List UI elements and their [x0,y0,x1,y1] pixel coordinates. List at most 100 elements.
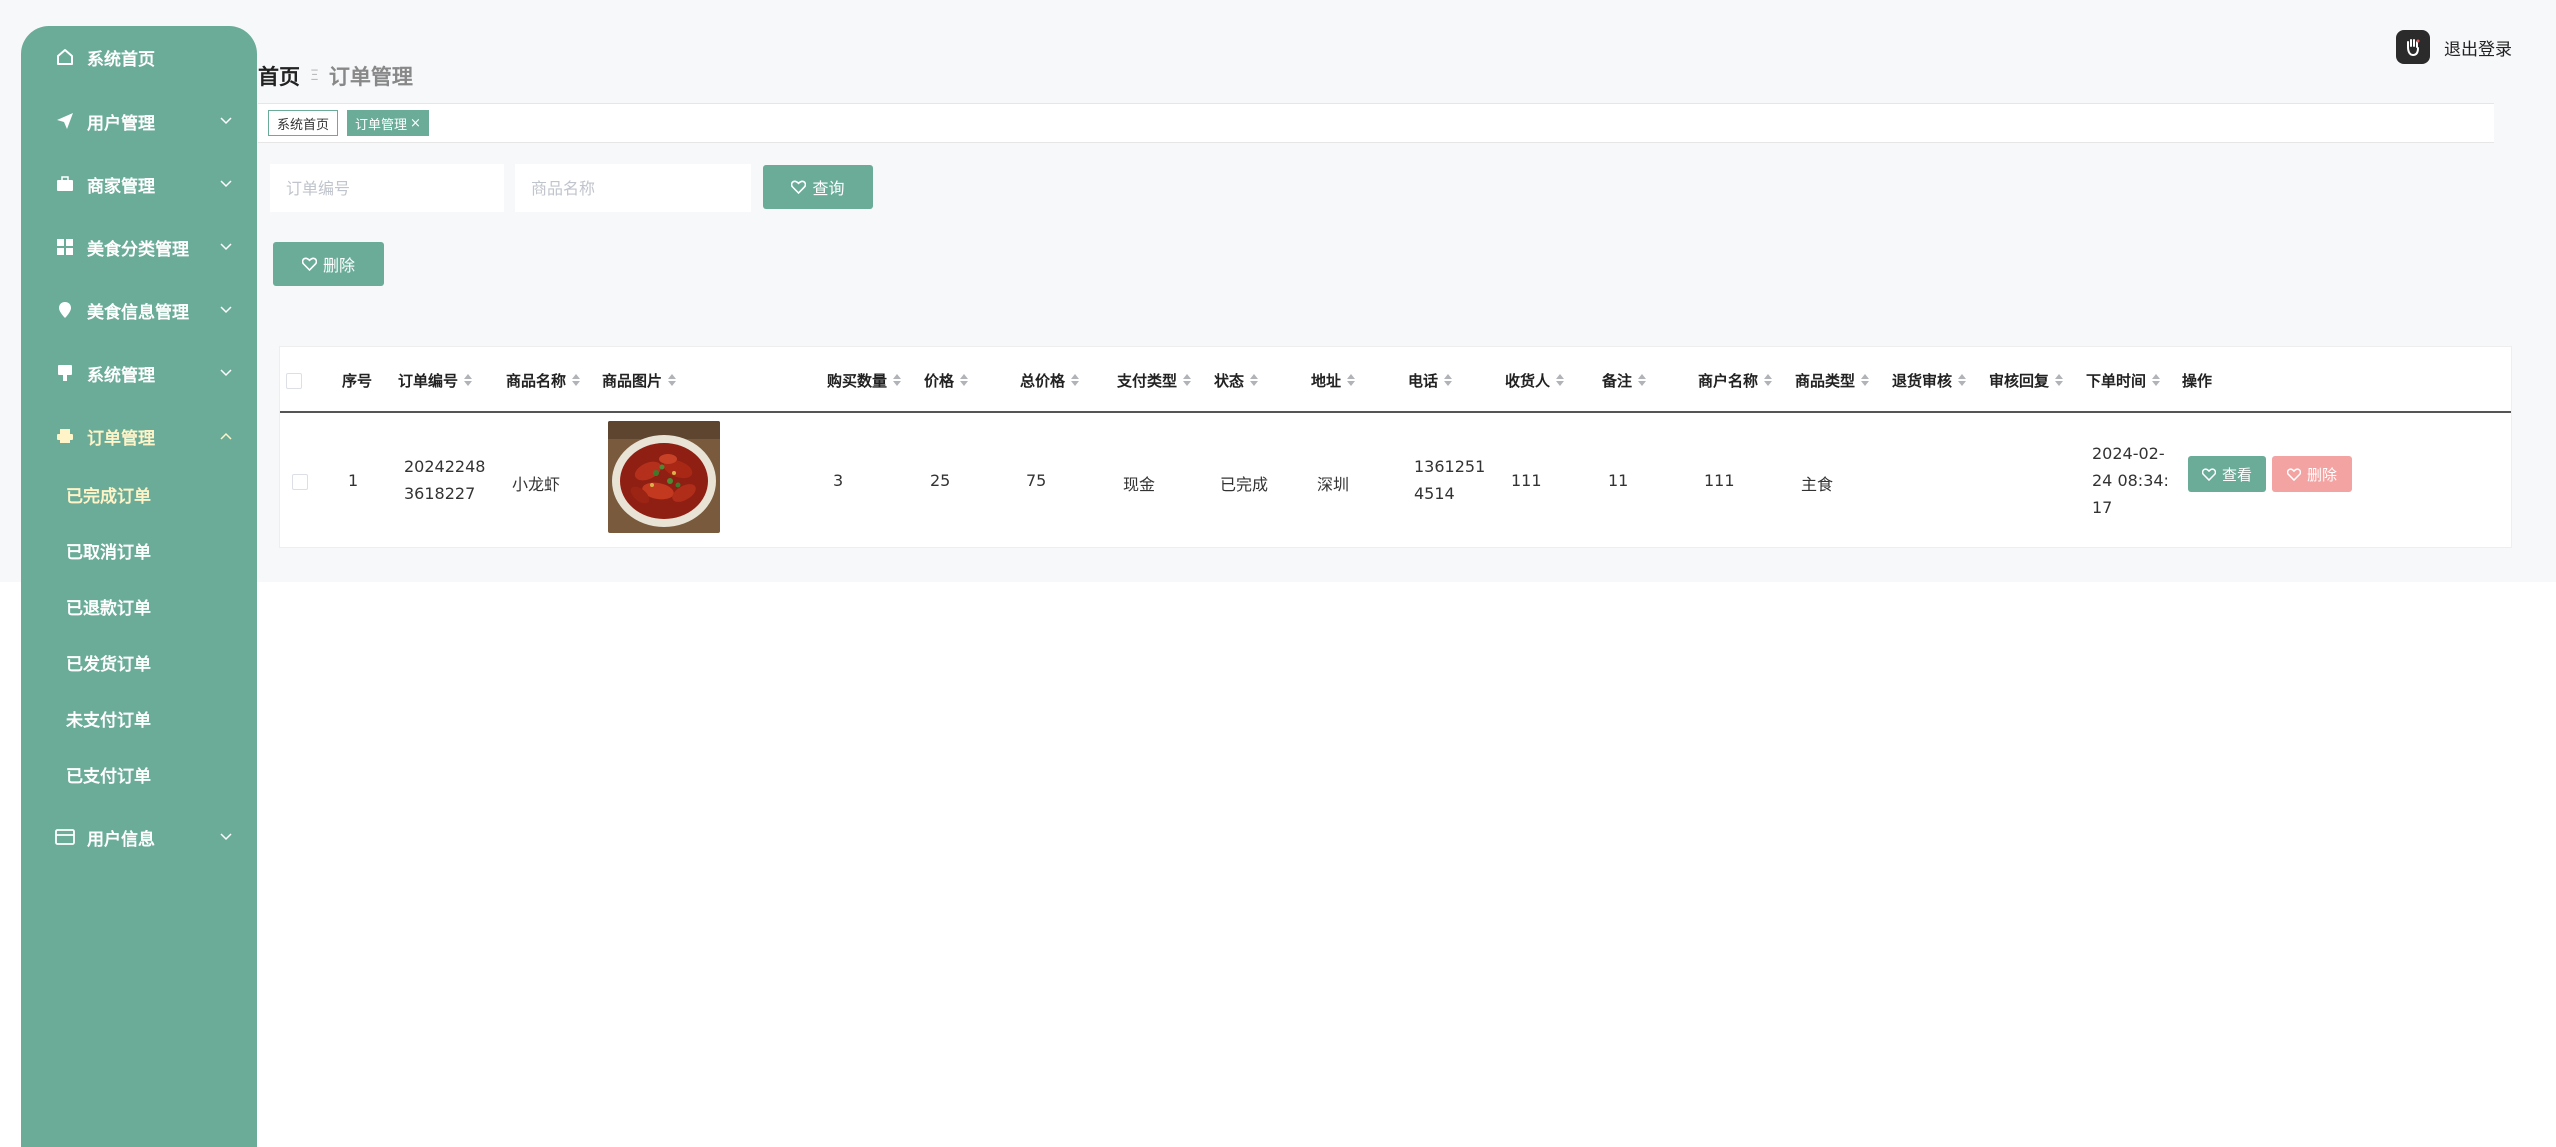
select-all-checkbox[interactable] [286,373,302,389]
view-button[interactable]: 查看 [2188,456,2266,492]
sidebar-subitem-completed-orders[interactable]: 已完成订单 [66,476,151,512]
col-actions: 操作 [2182,371,2213,390]
sidebar-item-user-info[interactable]: 用户信息 [21,817,257,857]
col-price[interactable]: 价格 [924,347,969,413]
col-quantity[interactable]: 购买数量 [827,347,902,413]
location-pin-icon [55,300,75,320]
tab-home[interactable]: 系统首页 [268,110,339,136]
sort-icon[interactable] [1347,373,1356,387]
sidebar-item-label: 系统首页 [87,49,155,70]
breadcrumb: 首页 Ξ 订单管理 [258,62,413,90]
heart-icon [2201,467,2216,481]
cell-payment-type: 现金 [1123,475,1156,494]
cell-merchant-name: 111 [1704,471,1735,490]
printer-icon [55,426,75,446]
sort-icon[interactable] [464,373,473,387]
crayfish-image [608,421,720,533]
sort-icon[interactable] [1444,373,1453,387]
logout-label: 退出登录 [2444,39,2512,60]
cell-quantity: 3 [833,471,844,490]
row-delete-button[interactable]: 删除 [2272,456,2352,492]
order-no-input[interactable] [270,164,504,212]
col-order-time[interactable]: 下单时间 [2086,347,2161,413]
sidebar-subitem-unpaid-orders[interactable]: 未支付订单 [66,700,151,736]
col-merchant-name[interactable]: 商户名称 [1698,347,1773,413]
col-remark[interactable]: 备注 [1602,347,1647,413]
col-product-name[interactable]: 商品名称 [506,347,581,413]
sort-icon[interactable] [2152,373,2161,387]
grid-icon [55,237,75,257]
cell-product-type: 主食 [1801,475,1834,494]
sidebar-item-merchants[interactable]: 商家管理 [21,164,257,204]
tab-order-management[interactable]: 订单管理 × [347,110,429,136]
chevron-down-icon [219,177,233,191]
sidebar-item-food-info[interactable]: 美食信息管理 [21,290,257,330]
col-return-review[interactable]: 退货审核 [1892,347,1967,413]
sidebar-item-label: 用户信息 [87,829,155,850]
row-delete-label: 删除 [2306,465,2337,484]
cell-remark: 11 [1608,471,1629,490]
col-order-no[interactable]: 订单编号 [398,347,473,413]
sidebar-item-label: 美食分类管理 [87,239,189,260]
sidebar-subitem-shipped-orders[interactable]: 已发货订单 [66,644,151,680]
sort-icon[interactable] [1183,373,1192,387]
sidebar-item-users[interactable]: 用户管理 [21,101,257,141]
close-icon[interactable]: × [410,116,421,131]
sort-icon[interactable] [1861,373,1870,387]
chevron-down-icon [219,830,233,844]
heart-icon [301,257,317,271]
query-button[interactable]: 查询 [763,165,873,209]
logout-button[interactable]: 退出登录 [2396,30,2512,64]
table-header: 序号 订单编号 商品名称 商品图片 购买数量 价格 总价格 支付类型 状态 地址… [280,347,2511,413]
col-payment-type[interactable]: 支付类型 [1117,347,1192,413]
cell-address: 深圳 [1317,475,1350,494]
sidebar-item-label: 商家管理 [87,176,155,197]
chevron-down-icon [219,114,233,128]
col-product-image[interactable]: 商品图片 [602,347,677,413]
breadcrumb-separator: Ξ [310,68,319,84]
sort-icon[interactable] [893,373,902,387]
sort-icon[interactable] [2055,373,2064,387]
cell-order-no: 202422483618227 [404,457,486,503]
col-address[interactable]: 地址 [1311,347,1356,413]
cell-index: 1 [348,471,359,490]
batch-delete-button[interactable]: 删除 [273,242,384,286]
sidebar-item-system[interactable]: 系统管理 [21,353,257,393]
sort-icon[interactable] [1250,373,1259,387]
col-receiver[interactable]: 收货人 [1505,347,1565,413]
sort-icon[interactable] [668,373,677,387]
col-review-reply[interactable]: 审核回复 [1989,347,2064,413]
chevron-down-icon [219,240,233,254]
cell-product-name: 小龙虾 [512,475,561,494]
sort-icon[interactable] [1071,373,1080,387]
col-total[interactable]: 总价格 [1020,347,1080,413]
col-index: 序号 [342,371,373,390]
chevron-down-icon [219,303,233,317]
sort-icon[interactable] [572,373,581,387]
home-icon [55,47,75,67]
col-status[interactable]: 状态 [1214,347,1259,413]
sidebar-item-orders[interactable]: 订单管理 [21,416,257,456]
screen-icon [55,363,75,383]
product-name-input[interactable] [515,164,751,212]
sort-icon[interactable] [1958,373,1967,387]
chevron-down-icon [219,366,233,380]
sidebar-item-label: 系统管理 [87,365,155,386]
sidebar-item-label: 用户管理 [87,113,155,134]
query-label: 查询 [812,179,845,198]
breadcrumb-home[interactable]: 首页 [258,61,300,91]
sort-icon[interactable] [1764,373,1773,387]
sort-icon[interactable] [960,373,969,387]
sort-icon[interactable] [1556,373,1565,387]
sidebar-item-home[interactable]: 系统首页 [21,37,257,77]
col-product-type[interactable]: 商品类型 [1795,347,1870,413]
row-checkbox[interactable] [292,474,308,490]
heart-icon [2286,467,2301,481]
sidebar-subitem-refunded-orders[interactable]: 已退款订单 [66,588,151,624]
sort-icon[interactable] [1638,373,1647,387]
col-phone[interactable]: 电话 [1408,347,1453,413]
cell-price: 25 [930,471,951,490]
sidebar-subitem-cancelled-orders[interactable]: 已取消订单 [66,532,151,568]
sidebar-subitem-paid-orders[interactable]: 已支付订单 [66,756,151,792]
sidebar-item-food-categories[interactable]: 美食分类管理 [21,227,257,267]
